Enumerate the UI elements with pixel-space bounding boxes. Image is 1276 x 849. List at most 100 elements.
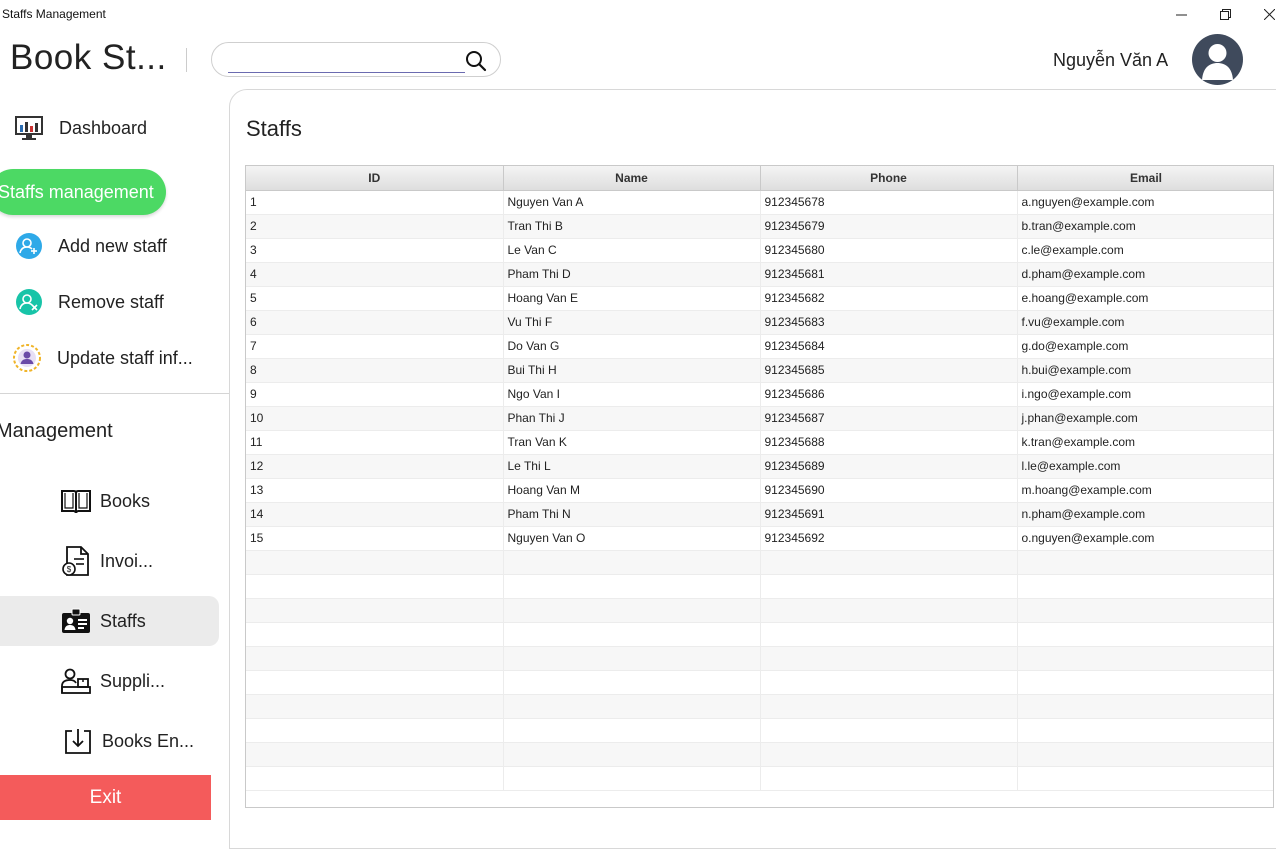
table-cell: Ngo Van I xyxy=(503,382,761,407)
table-row[interactable]: 8 Bui Thi H 912345685 h.bui@example.com xyxy=(246,358,1273,383)
table-row[interactable]: 1 Nguyen Van A 912345678 a.nguyen@example.c… xyxy=(246,190,1273,215)
table-cell xyxy=(246,694,504,719)
sidebar-item-remove-staff[interactable]: Remove staff xyxy=(14,282,164,322)
table-cell: 912345690 xyxy=(760,478,1018,503)
table-cell xyxy=(246,574,504,599)
sidebar-item-add-new-staff[interactable]: Add new staff xyxy=(14,226,167,266)
management-section-title: Management xyxy=(0,420,113,442)
table-cell xyxy=(1017,694,1273,719)
table-cell: 2 xyxy=(246,214,504,239)
search-input[interactable] xyxy=(228,49,465,73)
table-cell xyxy=(760,718,1018,743)
column-header-id[interactable]: ID xyxy=(246,166,504,191)
table-row[interactable]: 2 Tran Thi B 912345679 b.tran@example.com xyxy=(246,214,1273,239)
table-cell: 3 xyxy=(246,238,504,263)
table-cell: 912345689 xyxy=(760,454,1018,479)
column-header-phone[interactable]: Phone xyxy=(760,166,1018,191)
sidebar-item-update-staff[interactable]: Update staff inf... xyxy=(12,338,193,378)
sidebar-item-label: Books xyxy=(100,490,151,511)
table-row[interactable]: 15 Nguyen Van O 912345692 o.nguyen@example.… xyxy=(246,526,1273,551)
table-cell xyxy=(503,622,761,647)
table-cell xyxy=(760,598,1018,623)
table-row[interactable]: 10 Phan Thi J 912345687 j.phan@example.com xyxy=(246,406,1273,431)
minimize-icon[interactable] xyxy=(1166,4,1196,24)
table-row[interactable]: 13 Hoang Van M 912345690 m.hoang@example.co… xyxy=(246,478,1273,503)
table-cell: e.hoang@example.com xyxy=(1017,286,1273,311)
table-cell: Phan Thi J xyxy=(503,406,761,431)
table-row-empty[interactable] xyxy=(246,742,1273,767)
table-cell xyxy=(246,646,504,671)
sidebar-item-label: Staffs xyxy=(100,610,146,631)
exit-button[interactable]: Exit xyxy=(0,775,211,820)
table-row-empty[interactable] xyxy=(246,694,1273,719)
sidebar-item-dashboard[interactable]: Dashboard xyxy=(14,108,147,148)
sidebar-divider xyxy=(0,393,229,394)
table-cell: 10 xyxy=(246,406,504,431)
table-cell: Le Thi L xyxy=(503,454,761,479)
table-cell: 912345685 xyxy=(760,358,1018,383)
table-cell xyxy=(1017,574,1273,599)
table-cell: Pham Thi N xyxy=(503,502,761,527)
column-header-name[interactable]: Name xyxy=(503,166,761,191)
close-icon[interactable] xyxy=(1254,4,1276,24)
table-row-empty[interactable] xyxy=(246,598,1273,623)
sidebar-item-staffs-management[interactable]: Staffs management xyxy=(0,169,166,215)
table-cell xyxy=(760,574,1018,599)
sidebar-item-invoices[interactable]: $ Invoi... xyxy=(0,536,219,586)
table-cell xyxy=(503,574,761,599)
table-cell: Tran Thi B xyxy=(503,214,761,239)
brand-divider xyxy=(186,48,187,72)
table-row[interactable]: 12 Le Thi L 912345689 l.le@example.com xyxy=(246,454,1273,479)
table-cell: 912345688 xyxy=(760,430,1018,455)
table-cell: 912345692 xyxy=(760,526,1018,551)
table-cell xyxy=(1017,718,1273,743)
table-row[interactable]: 11 Tran Van K 912345688 k.tran@example.com xyxy=(246,430,1273,455)
sidebar-item-staffs[interactable]: Staffs xyxy=(0,596,219,646)
table-row[interactable]: 14 Pham Thi N 912345691 n.pham@example.com xyxy=(246,502,1273,527)
table-row[interactable]: 5 Hoang Van E 912345682 e.hoang@example.com xyxy=(246,286,1273,311)
table-row-empty[interactable] xyxy=(246,718,1273,743)
remove-user-icon xyxy=(14,287,44,317)
table-row-empty[interactable] xyxy=(246,670,1273,695)
table-cell xyxy=(760,646,1018,671)
avatar[interactable] xyxy=(1192,34,1243,85)
table-row[interactable]: 7 Do Van G 912345684 g.do@example.com xyxy=(246,334,1273,359)
sidebar-item-books-entry[interactable]: Books En... xyxy=(0,716,219,766)
table-cell: g.do@example.com xyxy=(1017,334,1273,359)
add-user-icon xyxy=(14,231,44,261)
table-cell: 13 xyxy=(246,478,504,503)
table-row-empty[interactable] xyxy=(246,646,1273,671)
table-row[interactable]: 9 Ngo Van I 912345686 i.ngo@example.com xyxy=(246,382,1273,407)
search-icon[interactable] xyxy=(465,50,487,72)
table-cell xyxy=(503,718,761,743)
table-cell: 912345684 xyxy=(760,334,1018,359)
table-cell: 8 xyxy=(246,358,504,383)
table-cell: 912345682 xyxy=(760,286,1018,311)
table-row[interactable]: 4 Pham Thi D 912345681 d.pham@example.com xyxy=(246,262,1273,287)
sidebar-item-books[interactable]: Books xyxy=(0,476,219,526)
table-cell: j.phan@example.com xyxy=(1017,406,1273,431)
table-row-empty[interactable] xyxy=(246,766,1273,791)
table-cell: Nguyen Van A xyxy=(503,190,761,215)
table-cell xyxy=(1017,670,1273,695)
table-row-empty[interactable] xyxy=(246,574,1273,599)
table-cell: 912345686 xyxy=(760,382,1018,407)
table-row-empty[interactable] xyxy=(246,622,1273,647)
table-row-empty[interactable] xyxy=(246,550,1273,575)
table-cell: o.nguyen@example.com xyxy=(1017,526,1273,551)
staff-table[interactable]: ID Name Phone Email 1 Nguyen Van A 9123456… xyxy=(245,165,1274,808)
column-header-email[interactable]: Email xyxy=(1017,166,1273,191)
table-cell xyxy=(1017,550,1273,575)
window-titlebar: Staffs Management xyxy=(0,0,1276,28)
sidebar-item-suppliers[interactable]: Suppli... xyxy=(0,656,219,706)
table-row[interactable]: 3 Le Van C 912345680 c.le@example.com xyxy=(246,238,1273,263)
restore-icon[interactable] xyxy=(1210,4,1240,24)
table-cell xyxy=(246,550,504,575)
table-row[interactable]: 6 Vu Thi F 912345683 f.vu@example.com xyxy=(246,310,1273,335)
sidebar-item-label: Dashboard xyxy=(59,117,148,138)
table-cell xyxy=(760,694,1018,719)
table-cell: 912345678 xyxy=(760,190,1018,215)
sidebar-item-label: Staffs management xyxy=(0,181,154,202)
import-icon xyxy=(62,725,94,757)
table-cell: Tran Van K xyxy=(503,430,761,455)
